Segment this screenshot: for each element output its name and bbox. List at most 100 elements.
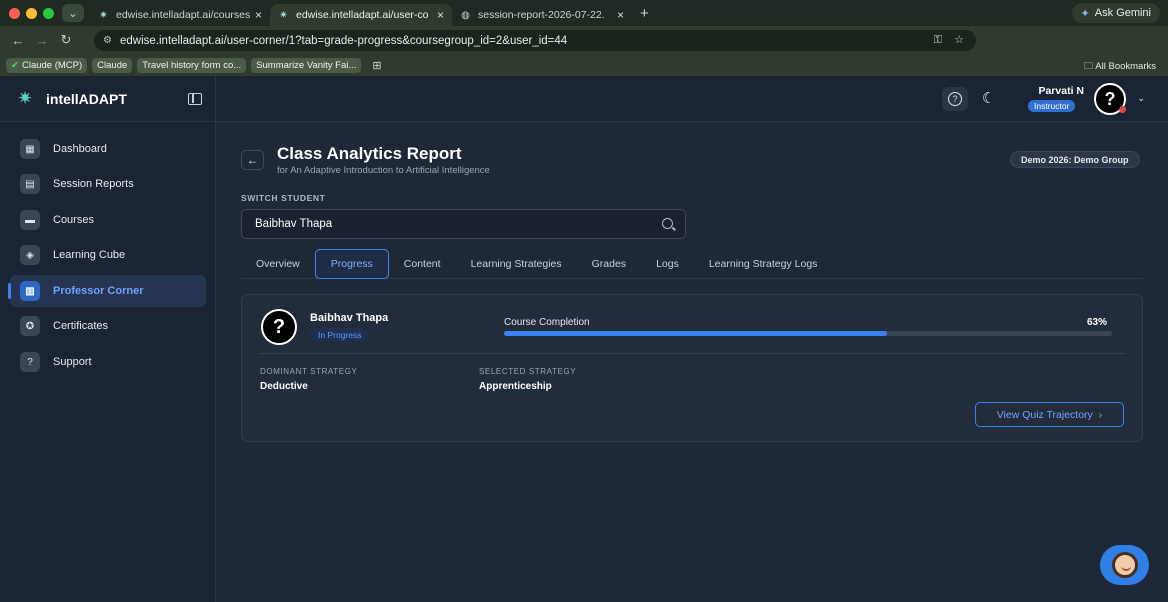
sidebar-item-courses[interactable]: ▬ Courses — [10, 204, 206, 236]
sidebar-item-label: Session Reports — [53, 178, 134, 190]
sidebar-item-label: Support — [53, 356, 92, 368]
gemini-sparkle-icon: ✦ — [1080, 7, 1090, 20]
student-avatar: ? — [261, 309, 297, 345]
switch-student-label: SWITCH STUDENT — [241, 193, 326, 203]
active-nav-indicator — [8, 283, 11, 299]
tab-logs[interactable]: Logs — [641, 249, 694, 279]
tab-progress[interactable]: Progress — [314, 248, 389, 279]
page-subtitle: for An Adaptive Introduction to Artifici… — [277, 165, 490, 176]
bookmark-item[interactable]: Summarize Vanity Fai... — [251, 57, 362, 73]
app-header: ? ☾ Parvati N Instructor ? ⌄ — [216, 76, 1168, 122]
chevron-right-icon: › — [1098, 408, 1103, 421]
address-bar[interactable]: ⚙ edwise.intelladapt.ai/user-corner/1?ta… — [94, 30, 976, 51]
user-name: Parvati N — [1038, 85, 1084, 97]
dominant-strategy-label: DOMINANT STRATEGY — [260, 367, 358, 376]
certificate-icon: ✪ — [20, 316, 40, 336]
student-progress-card: ? Baibhav Thapa In Progress Course Compl… — [241, 294, 1143, 442]
brand-name: intellADAPT — [46, 90, 127, 107]
dominant-strategy-value: Deductive — [260, 381, 308, 392]
completion-progress-fill — [504, 331, 888, 336]
sidebar-item-dashboard[interactable]: ▦ Dashboard — [10, 133, 206, 165]
tab-learning-strategy-logs[interactable]: Learning Strategy Logs — [694, 249, 833, 279]
bookmark-label: Claude — [97, 59, 128, 71]
sidebar-item-label: Learning Cube — [53, 249, 126, 261]
view-quiz-trajectory-button[interactable]: View Quiz Trajectory › — [975, 402, 1124, 427]
maximize-window-button[interactable] — [43, 7, 54, 19]
folder-icon: 🗀 — [1083, 61, 1094, 72]
bookmark-label: Travel history form co... — [142, 59, 242, 71]
browser-tab-3[interactable]: ◍ session-report-2026-07-22. × — [452, 4, 632, 26]
browser-tab-1[interactable]: ✷ edwise.intelladapt.ai/courses × — [90, 4, 270, 26]
group-badge[interactable]: Demo 2026: Demo Group — [1010, 151, 1140, 168]
back-arrow-icon[interactable]: ← — [6, 33, 30, 48]
browser-tab-title: session-report-2026-07-22. — [478, 9, 605, 21]
student-search-input[interactable]: Baibhav Thapa — [241, 209, 686, 239]
reload-icon[interactable]: ↻ — [54, 32, 78, 48]
assistant-avatar-icon — [1111, 552, 1138, 578]
quiz-button-label: View Quiz Trajectory — [996, 408, 1093, 421]
sidebar-item-certificates[interactable]: ✪ Certificates — [10, 310, 206, 342]
support-icon: ? — [20, 352, 40, 372]
sidebar-item-professor-corner[interactable]: ▥ Professor Corner — [10, 275, 206, 307]
user-role-badge: Instructor — [1028, 100, 1076, 112]
bookmark-item[interactable]: ✔ Claude (MCP) — [6, 57, 88, 73]
close-tab-icon[interactable]: × — [437, 8, 444, 22]
page-title: Class Analytics Report — [277, 144, 462, 163]
forward-arrow-icon[interactable]: → — [30, 33, 54, 48]
bookmark-star-icon[interactable]: ☆ — [954, 33, 964, 46]
chevron-down-icon[interactable]: ⌄ — [1137, 93, 1145, 104]
close-tab-icon[interactable]: × — [617, 8, 624, 22]
tab-overview[interactable]: Overview — [241, 249, 315, 279]
sidebar: ✷ intellADAPT ▦ Dashboard ▤ Session Report… — [0, 76, 216, 602]
student-name: Baibhav Thapa — [310, 312, 389, 324]
report-icon: ▤ — [20, 174, 40, 194]
browser-tab-title: edwise.intelladapt.ai/courses — [116, 9, 251, 21]
new-tab-button[interactable]: + — [640, 5, 649, 22]
tab-learning-strategies[interactable]: Learning Strategies — [456, 249, 577, 279]
dark-mode-toggle-icon[interactable]: ☾ — [982, 89, 995, 107]
book-icon: ▬ — [20, 210, 40, 230]
bookmark-item[interactable]: Claude — [92, 57, 133, 73]
all-bookmarks-button[interactable]: 🗀 All Bookmarks — [1084, 59, 1156, 75]
browser-tab-2[interactable]: ✷ edwise.intelladapt.ai/user-co × — [270, 4, 452, 26]
sidebar-item-support[interactable]: ? Support — [10, 346, 206, 378]
minimize-window-button[interactable] — [26, 7, 37, 19]
browser-toolbar: ← → ↻ ⚙ edwise.intelladapt.ai/user-corne… — [0, 26, 1168, 72]
assistant-chat-button[interactable] — [1100, 545, 1149, 585]
ask-gemini-label: Ask Gemini — [1094, 7, 1151, 19]
bookmark-item[interactable]: Travel history form co... — [137, 57, 247, 73]
selected-student: Baibhav Thapa — [255, 218, 333, 230]
apps-grid-icon[interactable]: ⊞ — [372, 59, 381, 72]
all-bookmarks-label: All Bookmarks — [1095, 61, 1156, 72]
help-icon: ? — [948, 92, 962, 106]
sidebar-item-label: Professor Corner — [53, 285, 144, 297]
completion-percent: 63% — [1087, 317, 1108, 328]
tab-search-button[interactable]: ⌄ — [62, 4, 84, 22]
bookmark-label: Summarize Vanity Fai... — [256, 59, 357, 71]
sidebar-item-learning-cube[interactable]: ◈ Learning Cube — [10, 239, 206, 271]
password-key-icon[interactable]: ⚿ — [934, 34, 942, 47]
ask-gemini-button[interactable]: ✦ Ask Gemini — [1071, 3, 1160, 23]
report-tabs: Overview Progress Content Learning Strat… — [241, 248, 1143, 279]
back-button[interactable]: ← — [241, 150, 264, 170]
tab-grades[interactable]: Grades — [577, 249, 641, 279]
close-tab-icon[interactable]: × — [255, 8, 262, 22]
sidebar-toggle-icon[interactable] — [188, 93, 202, 105]
help-button[interactable]: ? — [942, 87, 968, 111]
tab-content[interactable]: Content — [389, 249, 456, 279]
search-icon — [662, 218, 673, 229]
completion-progress-bar — [504, 331, 1112, 336]
brand-header: ✷ intellADAPT — [0, 76, 215, 122]
site-info-icon[interactable]: ⚙ — [103, 35, 112, 46]
bookmark-label: Claude (MCP) — [21, 59, 83, 71]
divider — [260, 353, 1126, 354]
sidebar-item-session-reports[interactable]: ▤ Session Reports — [10, 168, 206, 200]
arrow-left-icon: ← — [246, 153, 259, 167]
globe-icon: ◍ — [461, 9, 470, 21]
selected-strategy-label: SELECTED STRATEGY — [479, 367, 577, 376]
cube-icon: ◈ — [20, 245, 40, 265]
sidebar-item-label: Courses — [53, 214, 94, 226]
check-icon: ✔ — [11, 59, 19, 71]
close-window-button[interactable] — [9, 7, 20, 19]
user-avatar[interactable]: ? — [1094, 83, 1126, 115]
